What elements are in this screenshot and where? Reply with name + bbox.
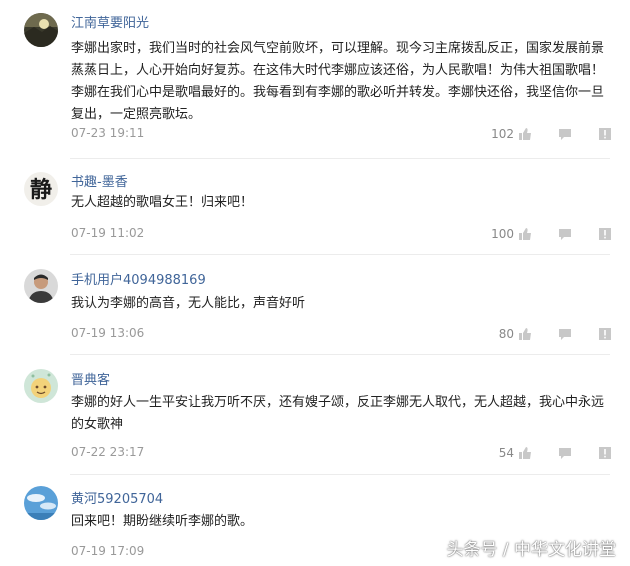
- calligraphy-avatar-icon: 静: [24, 172, 58, 206]
- thumbs-up-icon[interactable]: [518, 227, 532, 241]
- avatar-calligraphy-char: 静: [30, 177, 52, 203]
- comment-time: 07-22 23:17: [71, 445, 145, 459]
- reply-icon[interactable]: [558, 446, 572, 460]
- comment-item: 江南草要阳光 李娜出家时，我们当时的社会风气空前败坏，可以理解。现今习主席拨乱反…: [0, 0, 630, 160]
- comment-actions: 100: [491, 226, 612, 242]
- comment-username[interactable]: 黄河59205704: [71, 488, 163, 507]
- comment-time: 07-19 11:02: [71, 226, 145, 240]
- comment-username[interactable]: 书趣-墨香: [71, 171, 128, 190]
- reply-icon[interactable]: [558, 227, 572, 241]
- like-count: 80: [498, 327, 514, 341]
- like-count: 102: [491, 127, 514, 141]
- comment-content: 李娜的好人一生平安让我万听不厌，还有嫂子颂，反正李娜无人取代，无人超越，我心中永…: [71, 395, 605, 432]
- comment-list: 江南草要阳光 李娜出家时，我们当时的社会风气空前败坏，可以理解。现今习主席拨乱反…: [0, 0, 630, 566]
- report-icon[interactable]: [598, 327, 612, 341]
- divider: [70, 474, 610, 475]
- like-count: 54: [498, 446, 514, 460]
- comment-content: 我认为李娜的高音，无人能比，声音好听: [71, 296, 306, 311]
- comment-item: 静 书趣-墨香 无人超越的歌唱女王！归来吧！ 07-19 11:02 100: [0, 160, 630, 256]
- comment-time: 07-19 13:06: [71, 326, 145, 340]
- comment-actions: 80: [499, 326, 612, 342]
- comment-username[interactable]: 晋典客: [71, 369, 110, 388]
- avatar[interactable]: [24, 269, 58, 303]
- comment-content: 回来吧！期盼继续听李娜的歌。: [71, 514, 254, 529]
- report-icon[interactable]: [598, 446, 612, 460]
- comment-actions: 102: [491, 126, 612, 142]
- sunset-landscape-avatar-icon: [24, 13, 58, 47]
- divider: [70, 354, 610, 355]
- reply-icon[interactable]: [558, 327, 572, 341]
- avatar[interactable]: [24, 369, 58, 403]
- divider: [70, 158, 610, 159]
- comment-item: 手机用户4094988169 我认为李娜的高音，无人能比，声音好听 07-19 …: [0, 256, 630, 356]
- avatar[interactable]: [24, 13, 58, 47]
- thumbs-up-icon[interactable]: [518, 446, 532, 460]
- comment-username[interactable]: 手机用户4094988169: [71, 269, 206, 288]
- reply-icon[interactable]: [558, 127, 572, 141]
- comment-content: 李娜出家时，我们当时的社会风气空前败坏，可以理解。现今习主席拨乱反正，国家发展前…: [71, 41, 605, 122]
- avatar[interactable]: [24, 486, 58, 520]
- person-portrait-avatar-icon: [24, 269, 58, 303]
- watermark: 头条号 / 中华文化讲堂: [446, 540, 616, 560]
- comment-time: 07-23 19:11: [71, 126, 145, 140]
- divider: [70, 254, 610, 255]
- comment-actions: 54: [499, 445, 612, 461]
- like-count: 100: [491, 227, 514, 241]
- cartoon-face-avatar-icon: [24, 369, 58, 403]
- comment-item: 晋典客 李娜的好人一生平安让我万听不厌，还有嫂子颂，反正李娜无人取代，无人超越，…: [0, 356, 630, 476]
- blue-sky-avatar-icon: [24, 486, 58, 520]
- thumbs-up-icon[interactable]: [518, 327, 532, 341]
- report-icon[interactable]: [598, 227, 612, 241]
- comment-username[interactable]: 江南草要阳光: [71, 12, 149, 31]
- comment-time: 07-19 17:09: [71, 544, 145, 558]
- thumbs-up-icon[interactable]: [518, 127, 532, 141]
- avatar[interactable]: 静: [24, 172, 58, 206]
- report-icon[interactable]: [598, 127, 612, 141]
- comment-content: 无人超越的歌唱女王！归来吧！: [71, 195, 254, 210]
